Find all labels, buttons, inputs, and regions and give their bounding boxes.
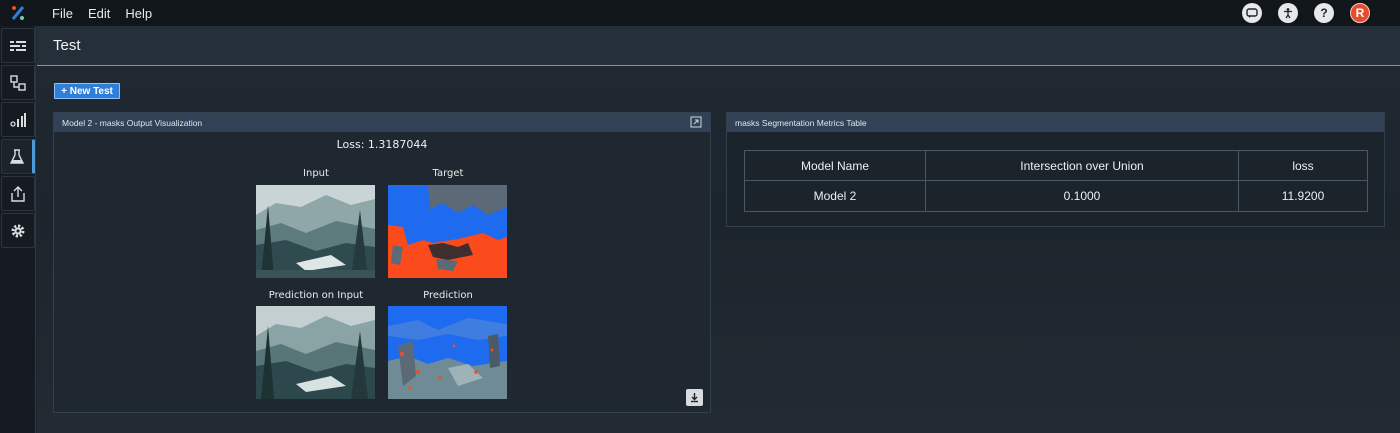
page-title: Test	[53, 37, 81, 54]
table-header-row: Model Name Intersection over Union loss	[744, 150, 1368, 181]
prediction-image	[388, 306, 507, 399]
table-cell-model-name: Model 2	[744, 180, 926, 212]
target-label: Target	[432, 168, 464, 179]
menu-file[interactable]: File	[52, 6, 73, 21]
table-row: Model 2 0.1000 11.9200	[744, 180, 1368, 212]
prediction-on-input-image	[256, 306, 375, 399]
column-header-model-name: Model Name	[744, 150, 926, 181]
sidebar	[0, 26, 36, 433]
training-icon	[10, 112, 26, 127]
output-visualization-panel: Model 2 - masks Output Visualization Los…	[53, 112, 711, 413]
panel-header: masks Segmentation Metrics Table	[727, 113, 1384, 132]
panel-title: Model 2 - masks Output Visualization	[62, 117, 203, 128]
app-logo-icon[interactable]	[0, 0, 36, 26]
chat-icon[interactable]	[1242, 3, 1262, 23]
column-header-iou: Intersection over Union	[925, 150, 1239, 181]
target-image	[388, 185, 507, 278]
page-header: Test	[37, 26, 1400, 66]
export-icon	[11, 185, 25, 202]
column-header-loss: loss	[1238, 150, 1368, 181]
help-icon[interactable]: ?	[1314, 3, 1334, 23]
prediction-label: Prediction	[423, 290, 473, 301]
input-label: Input	[303, 168, 329, 179]
menu-bar: File Edit Help ? R	[0, 0, 1400, 26]
pipeline-icon	[10, 40, 26, 51]
sidebar-item-model[interactable]	[1, 65, 35, 100]
user-avatar-icon[interactable]: R	[1350, 3, 1370, 23]
input-image	[256, 185, 375, 278]
sidebar-item-training[interactable]	[1, 102, 35, 137]
new-test-button[interactable]: + New Test	[54, 83, 120, 99]
download-button[interactable]	[686, 389, 703, 406]
table-cell-iou: 0.1000	[925, 180, 1239, 212]
panel-title: masks Segmentation Metrics Table	[735, 117, 867, 128]
prediction-on-input-label: Prediction on Input	[268, 290, 364, 301]
download-icon	[691, 393, 698, 403]
sidebar-item-pipeline[interactable]	[1, 28, 35, 63]
test-icon	[9, 148, 25, 164]
menu-edit[interactable]: Edit	[88, 6, 110, 21]
menu-help[interactable]: Help	[125, 6, 152, 21]
sidebar-item-settings[interactable]	[1, 213, 35, 248]
top-icon-group: ? R	[1242, 3, 1370, 23]
expand-icon[interactable]	[690, 116, 702, 128]
accessibility-icon[interactable]	[1278, 3, 1298, 23]
sidebar-item-test[interactable]	[1, 139, 35, 174]
main-content: + New Test Model 2 - masks Output Visual…	[37, 67, 1400, 433]
panel-header: Model 2 - masks Output Visualization	[54, 113, 710, 132]
metrics-table: Model Name Intersection over Union loss …	[744, 150, 1368, 212]
table-cell-loss: 11.9200	[1238, 180, 1368, 212]
settings-icon	[11, 224, 25, 237]
segmentation-metrics-panel: masks Segmentation Metrics Table Model N…	[726, 112, 1385, 227]
sidebar-item-export[interactable]	[1, 176, 35, 211]
loss-value: Loss: 1.3187044	[336, 138, 428, 151]
model-icon	[10, 74, 26, 91]
avatar-letter: R	[1355, 6, 1365, 20]
